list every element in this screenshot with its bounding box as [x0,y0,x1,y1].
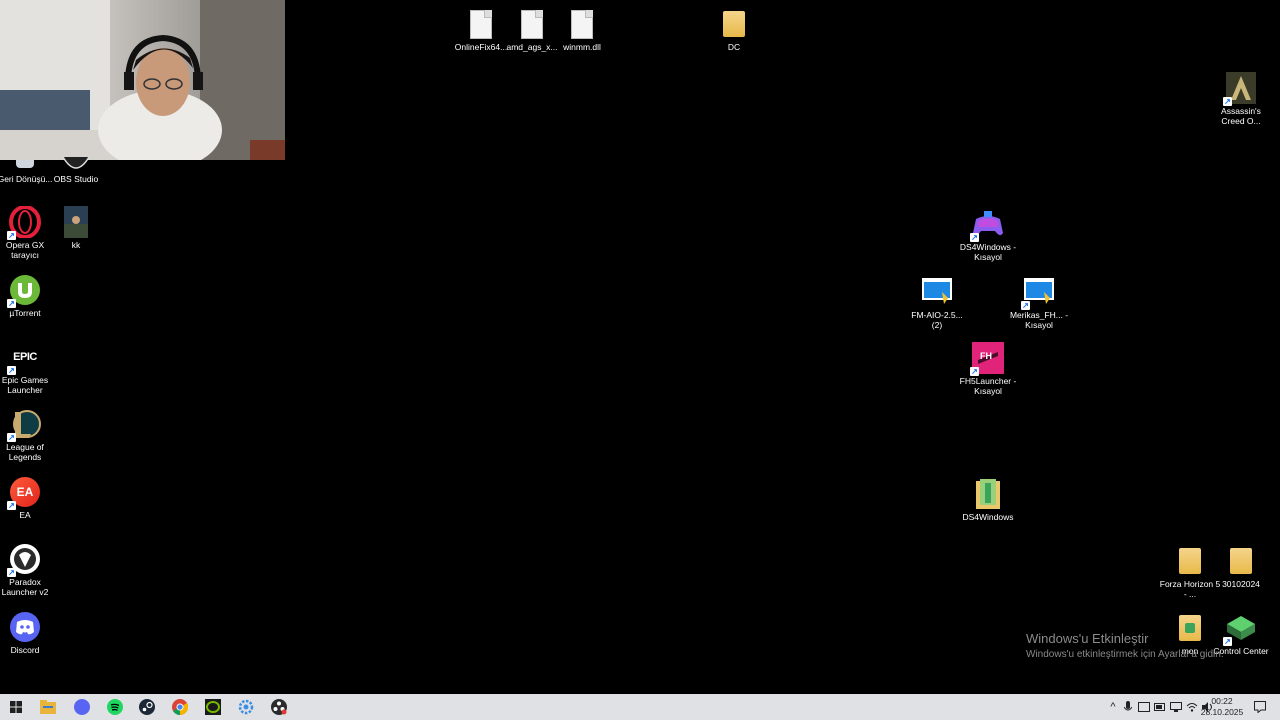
zip-archive-icon [976,479,1000,509]
dll-file-icon [521,9,543,39]
shortcut-arrow-icon: ↗ [7,433,16,442]
desktop-icon-opera-gx[interactable]: ↗ Opera GX tarayıcı [0,206,53,260]
steam-icon [139,699,155,715]
shortcut-arrow-icon: ↗ [7,501,16,510]
battery-icon[interactable] [1152,703,1168,711]
taskbar-clock[interactable]: 00:22 28.10.2025 [1200,696,1244,718]
taskbar-nvidia[interactable] [203,697,223,717]
desktop-icon-fh5launcher[interactable]: FH ↗ FH5Launcher - Kısayol [960,342,1016,396]
installer-window-icon [922,278,952,304]
taskbar-spotify[interactable] [105,697,125,717]
shortcut-arrow-icon: ↗ [1223,97,1232,106]
desktop-icon-label: EA [19,510,31,520]
desktop-icon-discord[interactable]: Discord [0,611,53,655]
desktop-icon-league-of-legends[interactable]: ↗ League of Legends [0,408,53,462]
nvidia-icon [205,699,221,715]
action-center-button[interactable] [1250,697,1270,717]
gear-icon [238,699,254,715]
desktop-icon-forza-folder[interactable]: Forza Horizon 5 - ... [1160,545,1220,599]
desktop-icon-label: DS4Windows [962,512,1014,522]
shortcut-arrow-icon: ↗ [7,366,16,375]
shortcut-arrow-icon: ↗ [970,233,979,242]
shortcut-arrow-icon: ↗ [1223,637,1232,646]
network-icon[interactable] [1168,702,1184,712]
webcam-overlay [0,0,285,160]
taskbar-steam[interactable] [137,697,157,717]
obs-icon [62,157,90,169]
desktop-icon-epic-games[interactable]: EPIC ↗ Epic Games Launcher [0,341,53,395]
desktop-icon-label: Merikas_FH... - Kısayol [1009,310,1069,330]
folder-icon [1230,548,1252,574]
shortcut-arrow-icon: ↗ [7,568,16,577]
recycle-bin-icon [16,160,34,168]
folder-icon [723,11,745,37]
clock-time: 00:22 [1211,696,1233,706]
taskbar-obs[interactable] [269,697,289,717]
desktop-icon-label: FM-AIO-2.5... (2) [911,310,963,330]
folder-icon [1179,548,1201,574]
desktop-icon-winmm[interactable]: winmm.dll [554,8,610,52]
desktop-icon-label: FH5Launcher - Kısayol [959,376,1017,396]
kk-image-icon [64,206,88,238]
desktop-icon-utorrent[interactable]: ↗ µTorrent [0,274,53,318]
file-explorer-icon [40,700,56,714]
taskbar-file-explorer[interactable] [38,697,58,717]
dll-file-icon [470,9,492,39]
activation-watermark: Windows'u Etkinleştir Windows'u etkinleş… [1026,631,1224,660]
chrome-icon [172,699,188,715]
desktop-icon-ds4windows-shortcut[interactable]: ↗ DS4Windows - Kısayol [960,208,1016,262]
desktop-icon-paradox[interactable]: ↗ Paradox Launcher v2 [0,543,53,597]
desktop-icon-label: Discord [10,645,40,655]
discord-icon [10,612,40,642]
taskbar-chrome[interactable] [170,697,190,717]
desktop-icon-label: OBS Studio [53,174,99,184]
taskbar: ^ 00:22 28.10.2025 [0,694,1280,720]
epic-games-icon: EPIC [13,351,37,363]
desktop-icon-ea[interactable]: EA ↗ EA [0,476,53,520]
taskbar-discord[interactable] [72,697,92,717]
shortcut-arrow-icon: ↗ [7,299,16,308]
shortcut-arrow-icon: ↗ [1021,301,1030,310]
watermark-title: Windows'u Etkinleştir [1026,631,1149,646]
watermark-subtitle: Windows'u etkinleştirmek için Ayarlar'a … [1026,649,1224,660]
clock-date: 28.10.2025 [1200,707,1244,717]
desktop-icon-obs[interactable]: OBS Studio [48,156,104,184]
desktop-icon-label: Paradox Launcher v2 [1,577,49,597]
dll-file-icon [571,9,593,39]
desktop-icon-label: kk [71,240,81,250]
discord-taskbar-icon [74,699,90,715]
windows-logo-icon [10,701,22,713]
obs-taskbar-icon [271,699,287,715]
spotify-icon [107,699,123,715]
shortcut-arrow-icon: ↗ [970,367,979,376]
webcam-person-image [0,0,285,160]
notification-icon [1254,701,1266,713]
taskbar-settings-app[interactable] [236,697,256,717]
desktop-icon-label: Assassin's Creed O... [1221,106,1261,126]
microphone-icon[interactable] [1120,701,1136,713]
display-icon[interactable] [1136,702,1152,712]
svg-text:FH: FH [980,351,992,361]
tray-overflow-chevron-icon[interactable]: ^ [1106,701,1120,713]
desktop-icon-merikas[interactable]: ↗ Merikas_FH... - Kısayol [1010,276,1068,330]
desktop-icon-label: 30102024 [1222,579,1260,589]
desktop-icon-fm-aio[interactable]: FM-AIO-2.5... (2) [909,276,965,330]
desktop-icon-ds4windows[interactable]: DS4Windows [960,478,1016,522]
desktop-icon-label: League of Legends [6,442,44,462]
desktop-icon-label: Epic Games Launcher [1,375,49,395]
start-button[interactable] [6,697,26,717]
wifi-icon[interactable] [1184,702,1200,712]
desktop-icon-label: DS4Windows - Kısayol [959,242,1017,262]
desktop-icon-30102024-folder[interactable]: 30102024 [1213,545,1269,589]
desktop-icon-dc[interactable]: DC [706,8,762,52]
desktop: OnlineFix64... amd_ags_x... winmm.dll DC… [0,0,1280,694]
desktop-icon-kk[interactable]: kk [48,206,104,250]
ea-icon-text: EA [16,485,34,499]
desktop-icon-label: µTorrent [9,308,41,318]
desktop-icon-assassins-creed[interactable]: ↗ Assassin's Creed O... [1213,72,1269,126]
desktop-icon-label: DC [727,42,741,52]
desktop-icon-label: winmm.dll [563,42,601,52]
shortcut-arrow-icon: ↗ [7,231,16,240]
